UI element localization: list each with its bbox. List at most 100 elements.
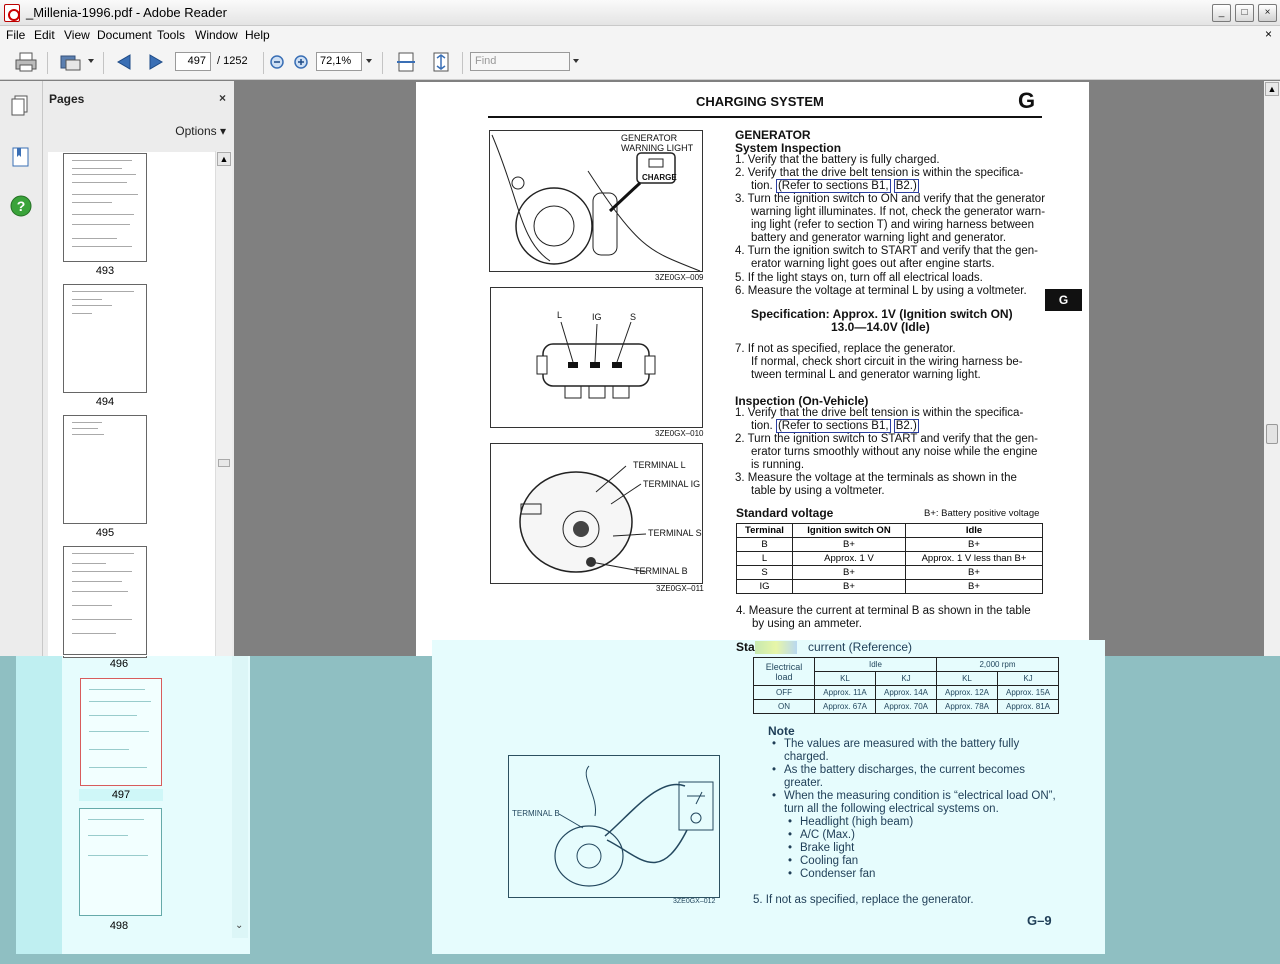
table-title: Standard voltage: [736, 506, 834, 520]
maximize-button[interactable]: □: [1235, 4, 1254, 22]
table-row: OFF Approx. 11A Approx. 14A Approx. 12A …: [753, 685, 1059, 700]
close-icon[interactable]: ×: [219, 91, 226, 105]
cross-reference-link[interactable]: B2.): [893, 419, 919, 433]
zoom-out-icon[interactable]: [266, 51, 290, 73]
menu-tools[interactable]: Tools: [157, 28, 185, 42]
figure-code: 3ZE0GX–011: [656, 584, 704, 593]
table-header-cell: KJ: [875, 671, 937, 686]
page-thumbnail[interactable]: [63, 284, 147, 393]
table-cell: OFF: [753, 685, 815, 700]
page-thumbnail-selected[interactable]: [80, 678, 162, 786]
table-row: ON Approx. 67A Approx. 70A Approx. 78A A…: [753, 699, 1059, 714]
previous-page-icon[interactable]: [112, 51, 136, 73]
fit-page-icon[interactable]: [429, 51, 453, 73]
step-text: erator warning light goes out after engi…: [751, 258, 995, 270]
toolbar-separator: [462, 52, 463, 74]
note-text: greater.: [784, 777, 823, 789]
cross-reference-link[interactable]: (Refer to sections B1,: [775, 419, 891, 433]
step-text: tion. (Refer to sections B1, B2.): [751, 179, 919, 193]
menu-view[interactable]: View: [64, 28, 90, 42]
warning-light-label: WARNING LIGHT: [621, 143, 694, 153]
section-tab: G: [1045, 289, 1082, 311]
ammeter-figure: [508, 755, 720, 898]
menu-file[interactable]: File: [6, 28, 25, 42]
page-thumbnail[interactable]: [79, 808, 162, 916]
note-text: As the battery discharges, the current b…: [784, 764, 1025, 776]
table-cell: L: [736, 551, 793, 566]
step-text: 2. Turn the ignition switch to START and…: [735, 433, 1038, 445]
generator-label: GENERATOR: [621, 133, 678, 143]
specification-text: Specification: Approx. 1V (Ignition swit…: [751, 307, 1013, 321]
pin-label-IG: IG: [592, 312, 602, 322]
scroll-down-icon[interactable]: ⌄: [235, 920, 243, 931]
thumbnail-scrollbar[interactable]: ▲: [215, 151, 232, 656]
toolbar: 497 / 1252 72,1% Find: [0, 44, 1280, 80]
close-document-icon[interactable]: ×: [1265, 27, 1272, 41]
note-text: The values are measured with the battery…: [784, 738, 1020, 750]
hand-tool-icon[interactable]: [58, 51, 82, 73]
zoom-level-input[interactable]: 72,1%: [316, 52, 362, 71]
options-menu[interactable]: Options ▾: [175, 124, 226, 138]
subsection-heading: System Inspection: [735, 141, 842, 155]
fit-width-icon[interactable]: [394, 51, 418, 73]
menu-edit[interactable]: Edit: [34, 28, 55, 42]
menu-window[interactable]: Window: [195, 28, 238, 42]
thumbnail-label: 493: [95, 265, 115, 277]
step-text-fragment: tion.: [751, 420, 773, 432]
table-cell: Approx. 11A: [814, 685, 876, 700]
scroll-up-icon[interactable]: ▲: [217, 152, 231, 166]
table-cell: Approx. 67A: [814, 699, 876, 714]
scroll-thumb[interactable]: [218, 459, 230, 467]
chevron-down-icon[interactable]: [366, 59, 372, 63]
page-thumbnail[interactable]: [63, 153, 147, 262]
step-text: erator turns smoothly without any noise …: [751, 446, 1038, 458]
table-title: Sta: [736, 640, 797, 655]
minimize-button[interactable]: _: [1212, 4, 1231, 22]
toolbar-separator: [47, 52, 48, 74]
step-text: table by using a voltmeter.: [751, 485, 885, 497]
bookmarks-icon[interactable]: [9, 145, 33, 169]
chevron-down-icon[interactable]: [88, 59, 94, 63]
cross-reference-link[interactable]: (Refer to sections B1,: [775, 179, 891, 193]
charge-label: CHARGE: [642, 173, 677, 182]
table-header-cell: Ignition switch ON: [792, 523, 906, 538]
scroll-up-icon[interactable]: ▲: [1265, 82, 1279, 96]
step-text: 6. Measure the voltage at terminal L by …: [735, 285, 1027, 297]
table-header-row: Electrical load Idle 2,000 rpm: [753, 657, 1059, 686]
table-cell: S: [736, 565, 793, 580]
pin-label-S: S: [630, 312, 637, 322]
page-thumbnail[interactable]: [63, 546, 147, 655]
zoom-in-icon[interactable]: [290, 51, 314, 73]
header-rule: [488, 116, 1042, 118]
print-icon[interactable]: [14, 51, 38, 73]
section-heading: GENERATOR: [735, 128, 811, 142]
page-thumbnail[interactable]: [63, 415, 147, 524]
page-number-input[interactable]: 497: [175, 52, 211, 71]
menu-help[interactable]: Help: [245, 28, 270, 42]
navigation-pane: ?: [0, 81, 43, 656]
scroll-thumb[interactable]: [1266, 424, 1278, 444]
table-cell: Approx. 14A: [875, 685, 937, 700]
chevron-down-icon[interactable]: [573, 59, 579, 63]
title-bar: _Millenia-1996.pdf - Adobe Reader _ □ ×: [0, 0, 1280, 26]
next-page-icon[interactable]: [144, 51, 168, 73]
help-icon[interactable]: ?: [9, 194, 33, 218]
table-header-cell: KL: [936, 671, 998, 686]
pages-icon[interactable]: [9, 93, 33, 117]
connector-figure: [490, 287, 703, 428]
thumbnail-scrollbar[interactable]: ⌄: [232, 656, 248, 938]
close-button[interactable]: ×: [1258, 4, 1277, 22]
step-text: 4. Measure the current at terminal B as …: [736, 605, 1031, 617]
menu-document[interactable]: Document: [97, 28, 152, 42]
table-header-row: Terminal Ignition switch ON Idle: [736, 523, 1043, 538]
document-scrollbar[interactable]: ▲: [1264, 81, 1280, 656]
page-number: G–9: [1027, 913, 1052, 928]
cross-reference-link[interactable]: B2.): [893, 179, 919, 193]
table-header-cell: KJ: [997, 671, 1059, 686]
note-text: charged.: [784, 751, 829, 763]
table-cell: B+: [905, 537, 1043, 552]
toolbar-separator: [103, 52, 104, 74]
find-input[interactable]: Find: [470, 52, 570, 71]
bullet-icon: •: [788, 842, 793, 854]
specification-text: 13.0—14.0V (Idle): [831, 320, 930, 334]
